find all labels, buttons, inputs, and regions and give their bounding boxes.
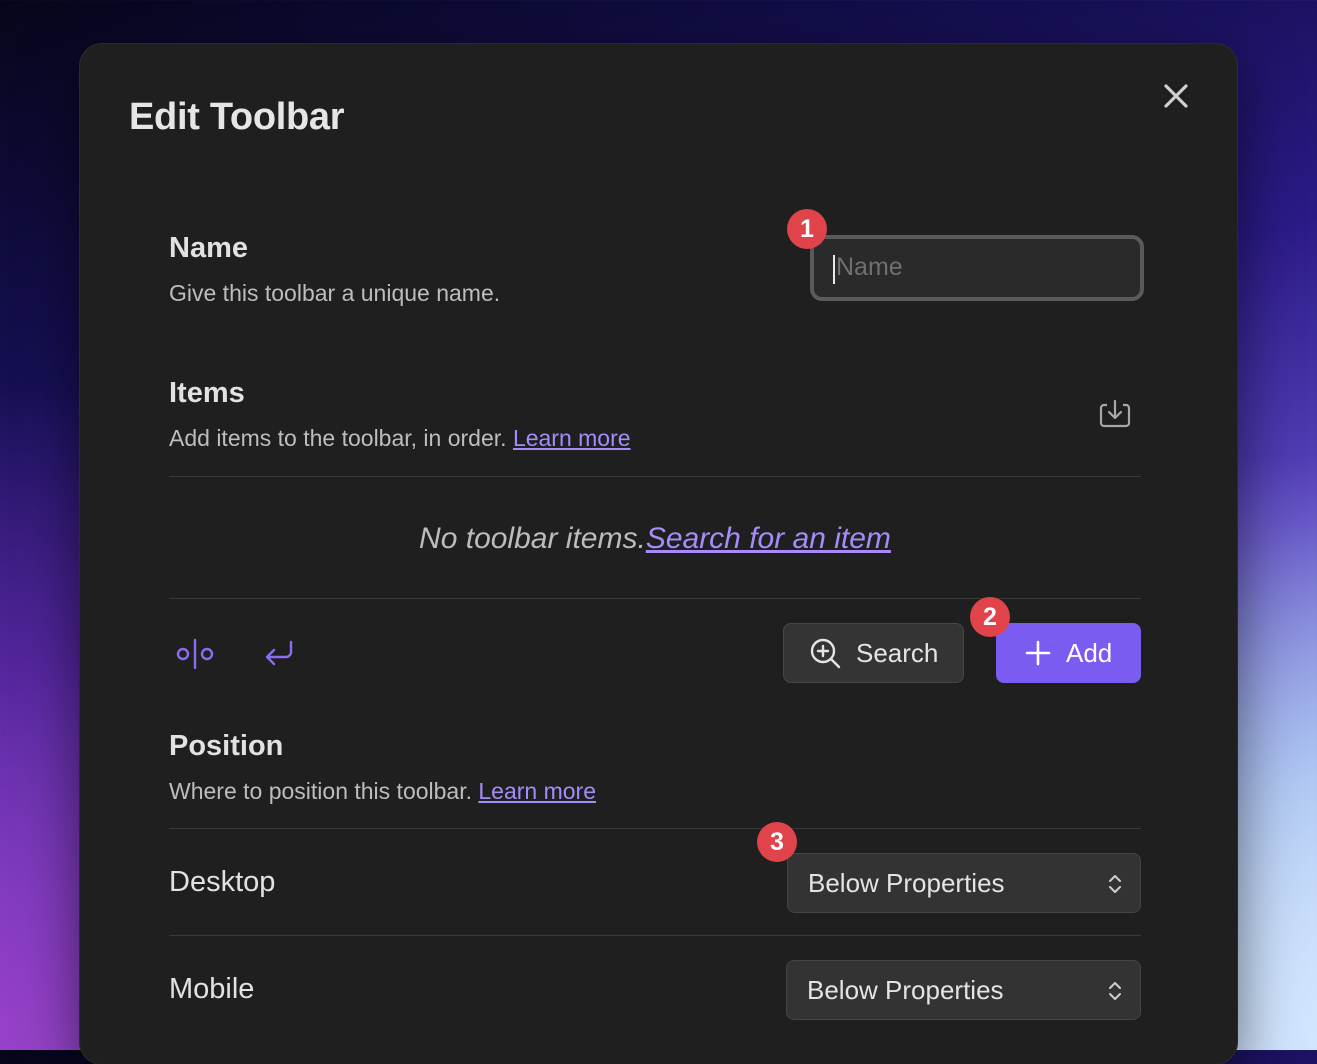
position-label: Position	[169, 730, 284, 762]
items-learn-more-link[interactable]: Learn more	[513, 425, 631, 451]
items-description: Add items to the toolbar, in order. Lear…	[169, 425, 631, 452]
close-button[interactable]	[1160, 80, 1192, 112]
search-button[interactable]: Search	[783, 623, 964, 683]
mobile-position-select[interactable]: Below Properties	[786, 960, 1141, 1020]
callout-badge-1: 1	[787, 209, 827, 249]
desktop-label: Desktop	[169, 866, 276, 898]
items-description-text: Add items to the toolbar, in order.	[169, 425, 507, 451]
plus-icon	[1025, 640, 1051, 666]
edit-toolbar-dialog: Edit Toolbar Name Give this toolbar a un…	[80, 44, 1237, 1064]
separator-icon	[176, 638, 214, 670]
close-icon	[1164, 84, 1188, 108]
add-line-break-button[interactable]	[261, 636, 297, 677]
text-caret	[833, 255, 835, 284]
name-description: Give this toolbar a unique name.	[169, 280, 501, 306]
line-break-icon	[265, 640, 293, 666]
position-learn-more-link[interactable]: Learn more	[478, 778, 596, 804]
chevron-up-down-icon	[1109, 982, 1121, 1000]
search-button-label: Search	[856, 637, 939, 668]
toolbar-name-input[interactable]: Name	[810, 235, 1144, 301]
chevron-up-down-icon	[1109, 875, 1121, 893]
desktop-position-value: Below Properties	[808, 868, 1005, 898]
add-separator-button[interactable]	[175, 636, 215, 677]
empty-items-message: No toolbar items.Search for an item	[169, 522, 1141, 556]
callout-badge-3: 3	[757, 822, 797, 862]
items-top-divider	[169, 476, 1141, 477]
empty-items-text: No toolbar items.	[419, 522, 646, 555]
search-for-item-link[interactable]: Search for an item	[646, 522, 891, 555]
name-label: Name	[169, 232, 248, 264]
mobile-position-value: Below Properties	[807, 975, 1004, 1005]
add-button-label: Add	[1066, 637, 1113, 668]
add-button[interactable]: Add	[996, 623, 1141, 683]
callout-badge-2: 2	[970, 597, 1010, 637]
search-plus-icon	[810, 638, 841, 669]
mobile-label: Mobile	[169, 973, 255, 1005]
position-description: Where to position this toolbar. Learn mo…	[169, 778, 596, 805]
position-description-text: Where to position this toolbar.	[169, 778, 472, 804]
desktop-position-select[interactable]: Below Properties	[787, 853, 1141, 913]
export-button[interactable]	[1097, 396, 1133, 437]
items-label: Items	[169, 377, 245, 409]
desktop-divider	[169, 935, 1141, 936]
name-placeholder: Name	[836, 253, 903, 281]
position-divider	[169, 828, 1141, 829]
export-icon	[1099, 399, 1131, 428]
dialog-title: Edit Toolbar	[129, 96, 345, 138]
